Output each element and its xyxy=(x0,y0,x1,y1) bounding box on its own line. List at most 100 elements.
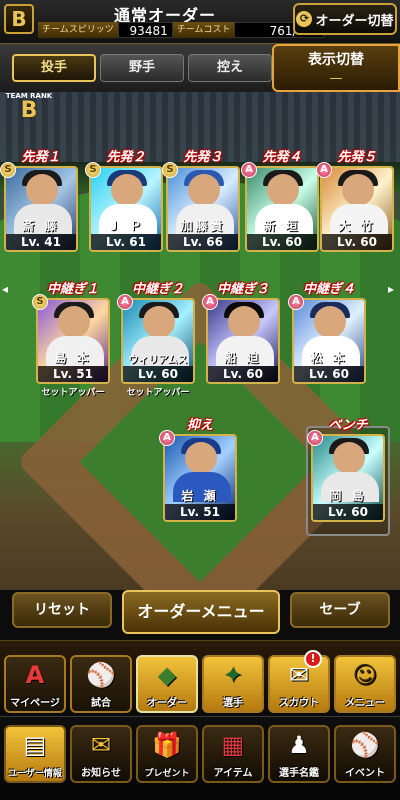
rank-badge: A xyxy=(202,294,218,310)
player-portrait xyxy=(333,442,365,474)
nav-menu[interactable]: ☺ メニュー xyxy=(334,655,396,713)
reliever-slot-4[interactable]: 中継ぎ４ 松 本 Lv. 60 A xyxy=(288,282,366,384)
item-box-icon: ▦ xyxy=(221,731,245,759)
bench-slot[interactable]: ベンチ 岡 島 Lv. 60 A xyxy=(307,418,385,522)
player-level: Lv. 51 xyxy=(165,504,235,520)
player-level: Lv. 60 xyxy=(208,366,278,382)
team-cost-label: チームコスト xyxy=(172,22,235,38)
player-level: Lv. 66 xyxy=(168,234,238,250)
player-card[interactable]: 島 本 Lv. 51 xyxy=(36,298,110,384)
nav-label: オーダー xyxy=(147,698,187,709)
slot-label: 先発４ xyxy=(262,150,302,165)
nav-label: メニュー xyxy=(345,698,385,709)
player-role: セットアッパー xyxy=(41,388,105,398)
user-info-icon: ▤ xyxy=(23,731,47,759)
player-name: Ｊ Ｐ xyxy=(107,219,145,233)
reliever-slot-1[interactable]: 中継ぎ１ 島 本 Lv. 51 S セットアッパー xyxy=(32,282,110,398)
news-icon: ✉ xyxy=(90,731,112,759)
tab-pitcher[interactable]: 投手 xyxy=(12,54,96,82)
player-level: Lv. 60 xyxy=(313,504,383,520)
slot-label: 中継ぎ１ xyxy=(46,282,99,297)
rank-badge: A xyxy=(159,430,175,446)
team-rank: TEAM RANK B xyxy=(4,92,54,122)
starter-slot-1[interactable]: 先発１ 斎 藤 Lv. 41 S xyxy=(0,150,78,252)
player-level: Lv. 60 xyxy=(247,234,317,250)
player-portrait xyxy=(26,174,58,206)
player-level: Lv. 60 xyxy=(322,234,392,250)
player-name: 船 迫 xyxy=(224,351,262,365)
nav-user-info[interactable]: ▤ ユーザー情報 xyxy=(4,725,66,783)
nav-label: お知らせ xyxy=(81,768,121,779)
player-card[interactable]: 船 迫 Lv. 60 xyxy=(206,298,280,384)
rank-badge: S xyxy=(32,294,48,310)
slot-label: 先発３ xyxy=(183,150,223,165)
player-portrait xyxy=(111,174,143,206)
reliever-slot-2[interactable]: 中継ぎ２ ウィリアムス Lv. 60 A セットアッパー xyxy=(117,282,195,398)
player-card[interactable]: 加藤貴 Lv. 66 xyxy=(166,166,240,252)
nav-label: 試合 xyxy=(91,698,111,709)
left-arrow-icon: ◂ xyxy=(2,282,9,296)
nav-player[interactable]: ✦ 選手 xyxy=(202,655,264,713)
player-level: Lv. 60 xyxy=(123,366,193,382)
reset-button[interactable]: リセット xyxy=(12,592,112,628)
player-card[interactable]: 大 竹 Lv. 60 xyxy=(320,166,394,252)
nav-scout[interactable]: ✉ スカウト xyxy=(268,655,330,713)
player-card[interactable]: 斎 藤 Lv. 41 xyxy=(4,166,78,252)
nav-present[interactable]: 🎁 プレゼント xyxy=(136,725,198,783)
player-name: ウィリアムス xyxy=(128,355,188,366)
nav-event[interactable]: ⚾ イベント xyxy=(334,725,396,783)
player-portrait xyxy=(342,174,374,206)
starter-slot-2[interactable]: 先発２ Ｊ Ｐ Lv. 61 S xyxy=(85,150,163,252)
player-portrait xyxy=(314,306,346,338)
slot-label: 中継ぎ４ xyxy=(302,282,355,297)
starter-slot-5[interactable]: 先発５ 大 竹 Lv. 60 A xyxy=(316,150,394,252)
sub-nav: ▤ ユーザー情報 ✉ お知らせ 🎁 プレゼント ▦ アイテム ♟ 選手名鑑 ⚾ … xyxy=(0,716,400,800)
player-level: Lv. 51 xyxy=(38,366,108,382)
team-logo: B xyxy=(4,4,34,34)
slot-label: 先発２ xyxy=(106,150,146,165)
nav-player-directory[interactable]: ♟ 選手名鑑 xyxy=(268,725,330,783)
player-name: 斎 藤 xyxy=(22,219,60,233)
save-button[interactable]: セーブ xyxy=(290,592,390,628)
order-switch-button[interactable]: ⟳ オーダー切替 xyxy=(293,3,397,35)
slot-label: ベンチ xyxy=(328,418,368,433)
nav-match[interactable]: ⚾ 試合 xyxy=(70,655,132,713)
team-spirits-value: 93481 xyxy=(117,22,173,38)
nav-item-list[interactable]: ▦ アイテム xyxy=(202,725,264,783)
nav-label: 選手名鑑 xyxy=(279,768,319,779)
player-level: Lv. 41 xyxy=(6,234,76,250)
player-name: 岡 島 xyxy=(329,489,367,503)
nav-order[interactable]: ◆ オーダー xyxy=(136,655,198,713)
ballpark-field: TEAM RANK B ◂ ▸ 先発１ 斎 藤 Lv. 41 S 先発２ Ｊ Ｐ… xyxy=(0,92,400,590)
player-icon: ✦ xyxy=(222,661,244,689)
player-card[interactable]: 松 本 Lv. 60 xyxy=(292,298,366,384)
player-portrait xyxy=(143,306,175,338)
action-bar: リセット オーダーメニュー セーブ xyxy=(0,590,400,640)
starter-slot-4[interactable]: 先発４ 新 垣 Lv. 60 A xyxy=(241,150,319,252)
tab-fielder[interactable]: 野手 xyxy=(100,54,184,82)
player-name: 新 垣 xyxy=(263,219,301,233)
reliever-slot-3[interactable]: 中継ぎ３ 船 迫 Lv. 60 A xyxy=(202,282,280,384)
closer-slot[interactable]: 抑え 岩 瀬 Lv. 51 A xyxy=(159,418,237,522)
team-rank-value: B xyxy=(20,98,38,123)
nav-mypage[interactable]: A マイページ xyxy=(4,655,66,713)
scout-notification-badge: ! xyxy=(304,650,322,668)
rank-badge: S xyxy=(0,162,16,178)
player-card[interactable]: Ｊ Ｐ Lv. 61 xyxy=(89,166,163,252)
nav-label: マイページ xyxy=(10,698,60,709)
player-portrait xyxy=(185,442,217,474)
rank-badge: A xyxy=(117,294,133,310)
player-card[interactable]: ウィリアムス Lv. 60 xyxy=(121,298,195,384)
nav-label: スカウト xyxy=(279,698,319,709)
display-switch-label: 表示切替 xyxy=(308,52,364,68)
display-switch-button[interactable]: 表示切替 — xyxy=(272,44,400,92)
player-card[interactable]: 岡 島 Lv. 60 xyxy=(311,434,385,522)
tab-reserve[interactable]: 控え xyxy=(188,54,272,82)
nav-label: プレゼント xyxy=(144,769,190,779)
order-menu-button[interactable]: オーダーメニュー xyxy=(122,590,280,634)
player-card[interactable]: 岩 瀬 Lv. 51 xyxy=(163,434,237,522)
starter-slot-3[interactable]: 先発３ 加藤貴 Lv. 66 S xyxy=(162,150,240,252)
nav-news[interactable]: ✉ お知らせ xyxy=(70,725,132,783)
player-card[interactable]: 新 垣 Lv. 60 xyxy=(245,166,319,252)
slot-label: 抑え xyxy=(186,418,213,433)
